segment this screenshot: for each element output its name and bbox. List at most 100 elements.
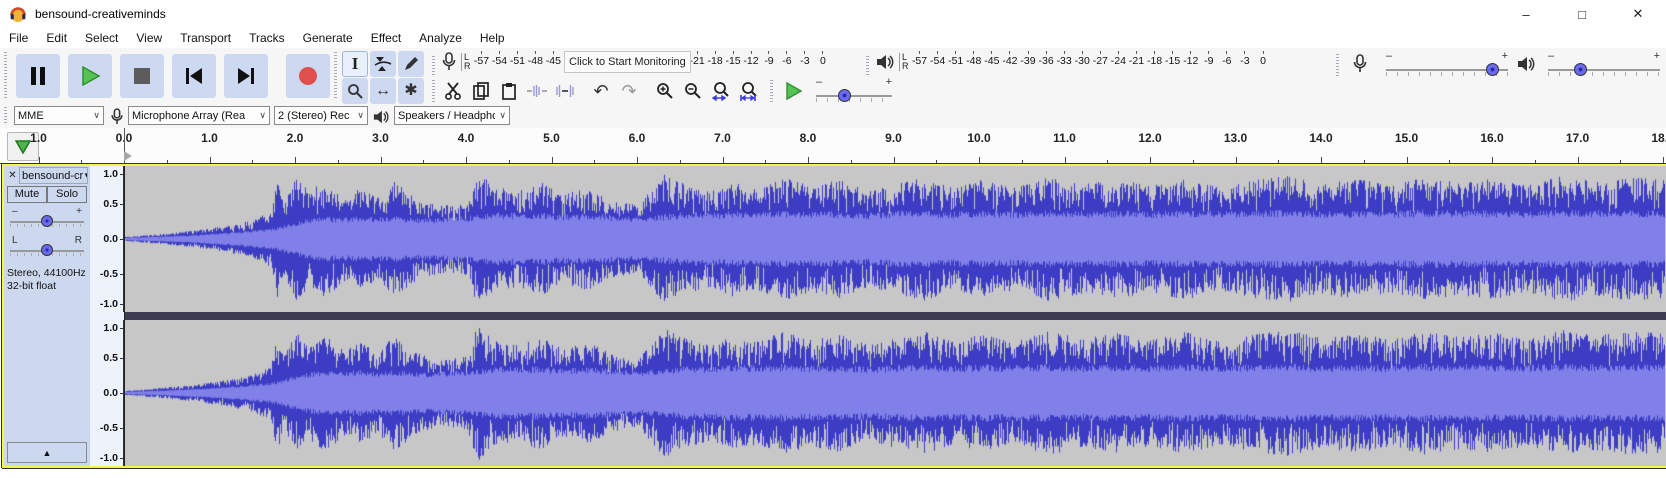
play-speed-knob[interactable]	[838, 89, 851, 102]
play-button[interactable]	[68, 54, 112, 98]
multi-tool-button[interactable]: ✱	[398, 78, 424, 104]
cut-button[interactable]	[440, 78, 466, 104]
skip-to-start-button[interactable]	[172, 54, 216, 98]
copy-button[interactable]	[468, 78, 494, 104]
paste-button[interactable]	[496, 78, 522, 104]
ruler-label: 1.0	[30, 131, 47, 145]
timeline-ruler[interactable]: 1.00.01.02.03.04.05.06.07.08.09.010.011.…	[0, 128, 1666, 164]
undo-button[interactable]: ↶	[588, 78, 614, 104]
silence-audio-icon	[556, 85, 574, 97]
solo-button[interactable]: Solo	[47, 186, 87, 203]
play-vol-min-label: –	[1548, 50, 1555, 62]
playback-meter-scale[interactable]: -57 -54 -51 -48 -45 -42 -39 -36 -33 -30 -27 -24 -21-…	[911, 48, 1273, 76]
channel-separator	[125, 312, 1666, 320]
record-button[interactable]	[286, 54, 330, 98]
menu-view[interactable]: View	[127, 28, 171, 48]
waveform-display[interactable]	[124, 166, 1666, 466]
menu-tracks[interactable]: Tracks	[240, 28, 294, 48]
pause-icon	[31, 67, 45, 85]
copy-icon	[473, 82, 489, 100]
menu-effect[interactable]: Effect	[362, 28, 410, 48]
playback-device-select[interactable]: Speakers / Headphone∨	[394, 106, 510, 125]
playback-meter-gripper[interactable]	[866, 56, 869, 76]
silence-audio-button[interactable]	[552, 78, 578, 104]
play-at-speed-button[interactable]	[780, 78, 806, 104]
pan-slider[interactable]: L R	[10, 235, 84, 261]
fit-selection-button[interactable]	[708, 78, 734, 104]
audacity-logo-icon	[10, 7, 26, 22]
chevron-down-icon: ∨	[357, 110, 364, 120]
mute-button[interactable]: Mute	[7, 186, 47, 203]
tools-gripper[interactable]	[334, 52, 337, 100]
track-title-menu[interactable]: bensound-cr ▼	[19, 167, 88, 184]
play-at-speed-gripper[interactable]	[770, 80, 773, 102]
zoom-in-icon	[657, 83, 673, 99]
play-vol-max-label: +	[1653, 50, 1660, 62]
toolbar-dock: I ↔ ✱ ↶ ↷ – + LR -57 -54-51 -48 -45 -21 …	[0, 48, 1666, 104]
track-collapse-button[interactable]: ▲	[7, 442, 87, 463]
draw-tool-button[interactable]	[398, 51, 424, 77]
mixer-gripper[interactable]	[1336, 54, 1339, 76]
recording-meter[interactable]: LR -57-54-51-48-45-42-39-36-33-30-27-24-…	[432, 48, 832, 76]
maximize-button[interactable]: □	[1554, 0, 1610, 28]
zoom-tool-button[interactable]	[342, 78, 368, 104]
track-area: ✕ bensound-cr ▼ Mute Solo – +	[0, 164, 1666, 470]
zoom-out-button[interactable]	[680, 78, 706, 104]
close-button[interactable]: ✕	[1610, 0, 1666, 28]
menu-generate[interactable]: Generate	[294, 28, 362, 48]
output-device-speaker-icon	[373, 110, 389, 124]
menu-edit[interactable]: Edit	[37, 28, 76, 48]
pan-knob[interactable]	[41, 244, 53, 256]
trim-audio-button[interactable]	[524, 78, 550, 104]
selection-tool-button[interactable]: I	[342, 51, 368, 77]
recording-channels-select[interactable]: 2 (Stereo) Rec ∨	[274, 106, 368, 125]
menu-transport[interactable]: Transport	[171, 28, 240, 48]
track-close-button[interactable]: ✕	[6, 169, 19, 182]
track-bitdepth-info: 32-bit float	[7, 280, 57, 292]
menu-analyze[interactable]: Analyze	[410, 28, 471, 48]
zoom-in-button[interactable]	[652, 78, 678, 104]
play-speed-slider[interactable]: – +	[816, 76, 892, 102]
ruler-label: 3.0	[372, 131, 389, 145]
recording-volume-knob[interactable]	[1486, 63, 1499, 76]
gain-knob[interactable]	[41, 215, 53, 227]
device-gripper[interactable]	[4, 107, 7, 125]
redo-icon: ↷	[621, 81, 637, 101]
zoom-tool-icon	[348, 84, 363, 99]
playback-meter[interactable]: LR -57 -54 -51 -48 -45 -42 -39 -36 -33 -30 -27 -24-…	[866, 48, 1272, 76]
edit-gripper[interactable]	[432, 80, 435, 102]
audio-host-select[interactable]: MME ∨	[14, 106, 104, 125]
minimize-button[interactable]: –	[1498, 0, 1554, 28]
recording-device-select[interactable]: Microphone Array (Rea ∨	[128, 106, 270, 125]
fit-project-button[interactable]	[736, 78, 762, 104]
ruler-label: 12.0	[1138, 131, 1162, 145]
chevron-down-icon: ∨	[499, 110, 506, 120]
undo-icon: ↶	[593, 81, 609, 101]
transport-gripper[interactable]	[4, 52, 7, 100]
menu-file[interactable]: File	[0, 28, 37, 48]
ruler-label: 11.0	[1053, 131, 1076, 145]
rec-vol-min-label: –	[1386, 50, 1393, 62]
playback-volume-knob[interactable]	[1574, 63, 1587, 76]
stop-button[interactable]	[120, 54, 164, 98]
track-name: bensound-cr	[22, 169, 84, 182]
draw-tool-icon	[405, 57, 418, 70]
vertical-ruler-left-channel: 1.0 0.5 0.0 -0.5 -1.0	[90, 166, 124, 312]
envelope-tool-icon	[374, 57, 392, 71]
gain-slider[interactable]: – +	[10, 206, 84, 232]
recording-volume-slider[interactable]: – +	[1386, 50, 1508, 76]
menu-help[interactable]: Help	[471, 28, 514, 48]
pause-button[interactable]	[16, 54, 60, 98]
envelope-tool-button[interactable]	[370, 51, 396, 77]
redo-button[interactable]: ↷	[616, 78, 642, 104]
ruler-label: 14.0	[1309, 131, 1333, 145]
recording-meter-gripper[interactable]	[432, 56, 435, 76]
multi-tool-icon: ✱	[404, 82, 418, 99]
monitoring-overlay[interactable]: Click to Start Monitoring	[564, 51, 691, 73]
chevron-down-icon: ∨	[259, 110, 266, 120]
ruler-label: 9.0	[885, 131, 902, 145]
skip-to-end-button[interactable]	[224, 54, 268, 98]
time-shift-tool-button[interactable]: ↔	[370, 78, 396, 104]
playback-volume-slider[interactable]: – +	[1548, 50, 1660, 76]
menu-select[interactable]: Select	[76, 28, 127, 48]
